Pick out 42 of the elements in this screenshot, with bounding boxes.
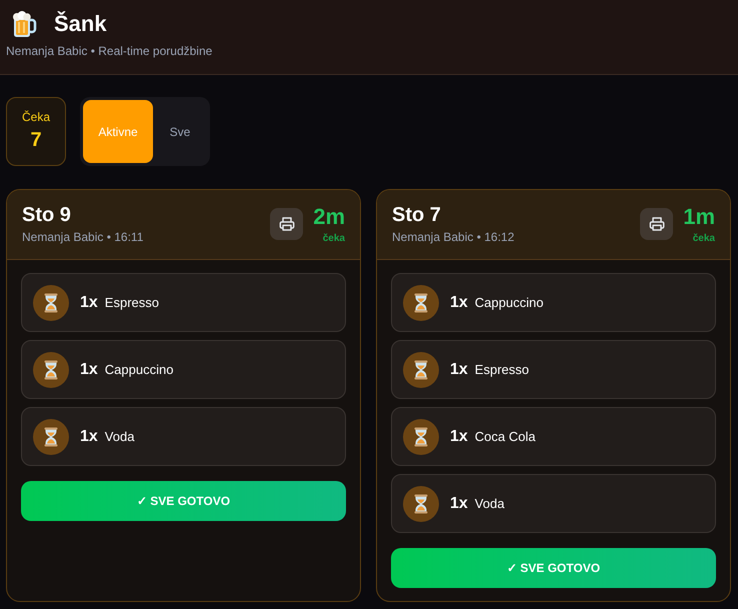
filter-tab[interactable]: Sve <box>153 100 207 163</box>
item-quantity: 1x <box>450 426 468 446</box>
elapsed-label: čeka <box>322 232 345 246</box>
hourglass-icon <box>33 284 69 320</box>
hourglass-icon <box>403 352 439 388</box>
elapsed-label: čeka <box>692 232 715 246</box>
table-name: Sto 7 <box>392 203 442 227</box>
app-subtitle: Nemanja Babic • Real-time porudžbine <box>6 43 214 59</box>
item-quantity: 1x <box>80 426 98 446</box>
stat-label: Čeka <box>22 110 50 125</box>
hourglass-icon <box>403 486 439 522</box>
item-name: Cappuccino <box>104 360 174 379</box>
complete-all-button[interactable]: ✓ SVE GOTOVO <box>21 481 346 521</box>
item-name: Coca Cola <box>474 428 536 446</box>
print-button[interactable] <box>270 208 304 240</box>
print-icon <box>648 216 665 232</box>
hourglass-icon <box>403 284 439 320</box>
item-quantity: 1x <box>80 292 98 312</box>
stat-value: 7 <box>30 128 42 153</box>
item-name: Voda <box>474 494 504 513</box>
item-name: Espresso <box>474 360 529 379</box>
item-quantity: 1x <box>450 360 468 380</box>
print-button[interactable] <box>640 208 674 240</box>
order-meta: Nemanja Babic • 16:12 <box>392 229 514 245</box>
beer-mug-icon <box>11 10 37 38</box>
hourglass-icon <box>33 418 69 454</box>
hourglass-icon <box>33 352 69 388</box>
elapsed-time: 2m <box>313 204 345 230</box>
hourglass-icon <box>403 418 439 454</box>
complete-all-button[interactable]: ✓ SVE GOTOVO <box>391 548 716 588</box>
item-quantity: 1x <box>450 292 468 312</box>
item-name: Voda <box>104 428 134 446</box>
print-icon <box>278 216 295 232</box>
app-title: Šank <box>54 10 107 38</box>
filter-tab[interactable]: Aktivne <box>83 100 153 163</box>
elapsed-time: 1m <box>683 204 715 230</box>
item-quantity: 1x <box>450 494 468 514</box>
item-name: Espresso <box>104 294 159 312</box>
item-name: Cappuccino <box>474 294 544 312</box>
table-name: Sto 9 <box>22 203 72 227</box>
item-quantity: 1x <box>80 360 98 380</box>
order-meta: Nemanja Babic • 16:11 <box>22 229 144 245</box>
